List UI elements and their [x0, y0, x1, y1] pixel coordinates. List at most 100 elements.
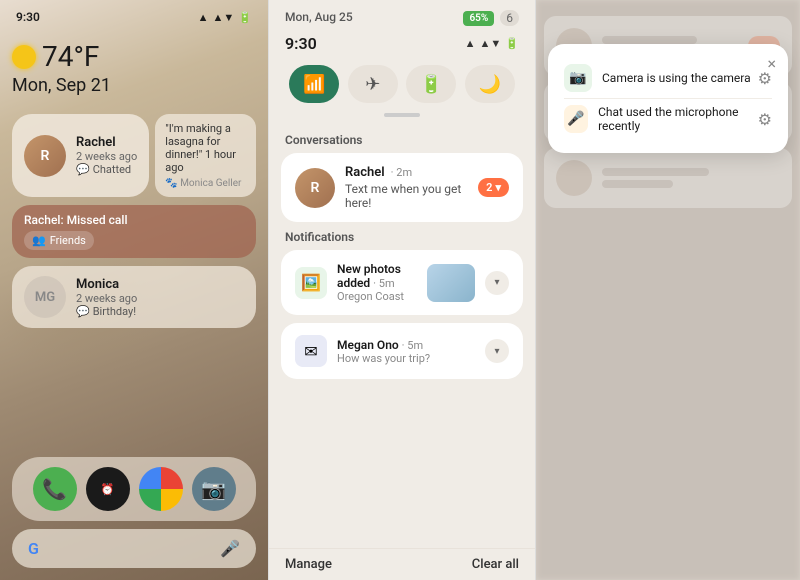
notif-status-icons: ▲ ▲▼ 🔋	[465, 37, 519, 50]
mic-perm-icon: 🎤	[564, 105, 588, 133]
qs-battery-button[interactable]: 🔋	[406, 65, 456, 103]
megan-notif-card[interactable]: ✉ Megan Ono · 5m How was your trip? ▾	[281, 323, 523, 379]
photos-notif-title: New photos added · 5m	[337, 262, 417, 290]
notif-icon-count: 6	[500, 10, 519, 26]
blurred-item	[544, 148, 792, 208]
rachel-conv-info: Rachel · 2m Text me when you get here!	[345, 165, 468, 210]
notif-wifi-icon: ▲	[465, 37, 476, 50]
photos-notif-sub: Oregon Coast	[337, 290, 417, 303]
camera-perm-left: 📷 Camera is using the camera	[564, 64, 751, 92]
notif-time: 9:30	[285, 34, 317, 53]
rachel-widget-row[interactable]: R Rachel 2 weeks ago 💬 Chatted "I'm maki…	[12, 114, 256, 197]
home-time: 9:30	[16, 10, 40, 24]
permissions-popup: × 📷 Camera is using the camera ⚙ 🎤 Chat …	[548, 44, 788, 153]
google-g-label: G	[28, 539, 39, 558]
notif-header-right: 65% 6	[463, 10, 519, 26]
sun-icon	[12, 45, 36, 69]
clear-all-button[interactable]: Clear all	[472, 557, 519, 572]
monica-name: Monica	[76, 277, 244, 292]
rachel-avatar: R	[24, 135, 66, 177]
weather-widget: 74°F Mon, Sep 21	[12, 36, 256, 100]
notif-footer: Manage Clear all	[269, 548, 535, 580]
monica-geller-label: 🐾 Monica Geller	[165, 178, 246, 189]
dock-apps: 📞 ⏰ 📷	[12, 457, 256, 521]
home-screen: 9:30 ▲ ▲▼ 🔋 74°F Mon, Sep 21 R Rachel	[0, 0, 268, 580]
popup-close-button[interactable]: ×	[767, 54, 776, 73]
rachel-contact-widget[interactable]: R Rachel 2 weeks ago 💬 Chatted	[12, 114, 149, 197]
megan-notif-msg: How was your trip?	[337, 352, 475, 365]
rachel-name: Rachel	[76, 135, 137, 150]
monica-avatar: MG	[24, 276, 66, 318]
manage-button[interactable]: Manage	[285, 557, 332, 572]
birthday-icon: 💬	[76, 305, 90, 318]
notif-battery-icon: 🔋	[505, 37, 519, 50]
friends-badge: 👥 Friends	[24, 231, 94, 250]
notif-scroll[interactable]: Conversations R Rachel · 2m Text me when…	[269, 125, 535, 548]
notifications-label: Notifications	[285, 230, 519, 244]
photos-app-icon: 🖼️	[295, 267, 327, 299]
quick-settings: 📶 ✈ 🔋 🌙	[269, 59, 535, 113]
megan-notif-title: Megan Ono · 5m	[337, 338, 475, 352]
battery-pct: 65%	[463, 11, 494, 26]
camera-permission-row: 📷 Camera is using the camera ⚙	[564, 58, 772, 98]
weather-date: Mon, Sep 21	[12, 75, 256, 96]
dock-phone-icon[interactable]: 📞	[33, 467, 77, 511]
rachel-conversation-card[interactable]: R Rachel · 2m Text me when you get here!…	[281, 153, 523, 222]
rachel-conv-msg: Text me when you get here!	[345, 182, 468, 210]
search-bar[interactable]: G 🎤	[12, 529, 256, 568]
chevron-down-icon: ▾	[495, 181, 501, 194]
rachel-status: 💬 Chatted	[76, 163, 137, 176]
monica-info: Monica 2 weeks ago 💬 Birthday!	[76, 277, 244, 318]
monica-time: 2 weeks ago	[76, 292, 244, 305]
rachel-time: 2 weeks ago	[76, 150, 137, 163]
notif-date: Mon, Aug 25	[285, 10, 353, 24]
friends-icon: 👥	[32, 234, 46, 247]
notification-panel: Mon, Aug 25 65% 6 9:30 ▲ ▲▼ 🔋 📶 ✈ 🔋 🌙 Co…	[268, 0, 536, 580]
bottom-dock: 📞 ⏰ 📷 G 🎤	[12, 457, 256, 568]
battery-icon: 🔋	[238, 11, 252, 24]
conversations-label: Conversations	[285, 133, 519, 147]
missed-call-widget[interactable]: Rachel: Missed call 👥 Friends	[12, 205, 256, 258]
camera-perm-text: Camera is using the camera	[602, 71, 751, 85]
home-status-bar: 9:30 ▲ ▲▼ 🔋	[12, 0, 256, 28]
rachel-conv-time: · 2m	[391, 166, 412, 179]
chat-icon: 💬	[76, 163, 90, 176]
blurred-panel: × 📷 Camera is using the camera ⚙ 🎤 Chat …	[536, 0, 800, 580]
photos-notif-card[interactable]: 🖼️ New photos added · 5m Oregon Coast ▾	[281, 250, 523, 315]
monica-widget[interactable]: MG Monica 2 weeks ago 💬 Birthday!	[12, 266, 256, 328]
dock-camera-icon[interactable]: 📷	[192, 467, 236, 511]
signal-icon: ▲▼	[213, 11, 235, 24]
qs-dnd-button[interactable]: 🌙	[465, 65, 515, 103]
notif-status-bar: 9:30 ▲ ▲▼ 🔋	[269, 32, 535, 59]
megan-expand-button[interactable]: ▾	[485, 339, 509, 363]
dock-clock-icon[interactable]: ⏰	[86, 467, 130, 511]
photo-thumbnail	[427, 264, 475, 302]
photos-notif-info: New photos added · 5m Oregon Coast	[337, 262, 417, 303]
qs-airplane-button[interactable]: ✈	[348, 65, 398, 103]
notif-signal-icon: ▲▼	[480, 37, 502, 50]
monica-status: 💬 Birthday!	[76, 305, 244, 318]
missed-call-text: Rachel: Missed call	[24, 213, 244, 227]
mic-permission-row: 🎤 Chat used the microphone recently ⚙	[564, 98, 772, 139]
rachel-chat-bubble: "I'm making a lasagna for dinner!" 1 hou…	[155, 114, 256, 197]
camera-perm-icon: 📷	[564, 64, 592, 92]
mic-perm-text: Chat used the microphone recently	[598, 105, 758, 133]
drawer-handle	[384, 113, 420, 117]
photos-expand-button[interactable]: ▾	[485, 271, 509, 295]
megan-notif-info: Megan Ono · 5m How was your trip?	[337, 338, 475, 365]
weather-temp: 74°F	[12, 40, 256, 73]
dock-chrome-icon[interactable]	[139, 467, 183, 511]
mic-settings-icon[interactable]: ⚙	[758, 110, 772, 129]
rachel-conv-name: Rachel	[345, 165, 385, 180]
qs-wifi-button[interactable]: 📶	[289, 65, 339, 103]
mic-perm-left: 🎤 Chat used the microphone recently	[564, 105, 758, 133]
home-status-icons: ▲ ▲▼ 🔋	[198, 11, 252, 24]
mic-icon[interactable]: 🎤	[220, 539, 240, 558]
blurred-avatar	[556, 160, 592, 196]
wifi-icon: ▲	[198, 11, 209, 24]
rachel-info: Rachel 2 weeks ago 💬 Chatted	[76, 135, 137, 176]
rachel-unread-badge: 2 ▾	[478, 178, 509, 197]
notif-header: Mon, Aug 25 65% 6	[269, 0, 535, 32]
widgets-area: R Rachel 2 weeks ago 💬 Chatted "I'm maki…	[12, 114, 256, 328]
rachel-conv-avatar: R	[295, 168, 335, 208]
